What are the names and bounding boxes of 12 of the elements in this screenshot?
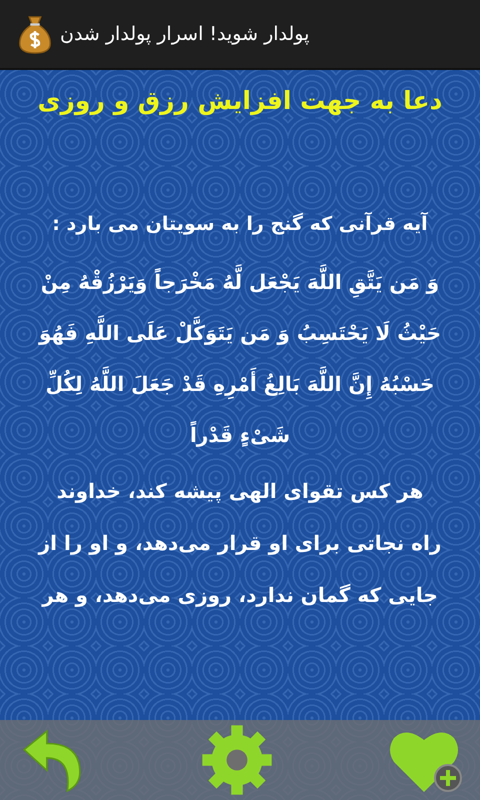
translation-line: جایی که گمان ندارد، روزی می‌دهد، و هر	[42, 582, 438, 609]
translation-line: راه نجاتی برای او قرار می‌دهد، و او را از	[38, 530, 442, 557]
translation-line: هر کس تقوای الهی پیشه کند، خداوند	[56, 478, 424, 505]
intro-text: آیه قرآنی که گنج را به سویتان می بارد :	[51, 213, 429, 235]
money-bag-icon	[16, 13, 54, 55]
verse-line: وَ مَن یَتَّقِ اللَّهَ یَجْعَل لَّهُ مَخْرَجاً وَیَرْزُقْهُ مِنْ	[40, 257, 440, 308]
app-title: پولدار شوید! اسرار پولدار شدن	[60, 23, 310, 45]
verse-line: حَسْبُهُ إِنَّ اللَّهَ بَالِغُ أَمْرِهِ قَدْ جَعَلَ اللَّهُ لِکُلِّ	[46, 359, 434, 410]
settings-icon[interactable]	[200, 723, 274, 797]
verse-line: حَیْثُ لَا یَحْتَسِبُ وَ مَن یَتَوَکَّلْ عَلَى اللَّهِ فَهُوَ	[38, 308, 442, 359]
heading: دعا به جهت افزایش رزق و روزی	[36, 86, 444, 115]
verse-line: شَیْءٍ قَدْراً	[190, 420, 290, 449]
